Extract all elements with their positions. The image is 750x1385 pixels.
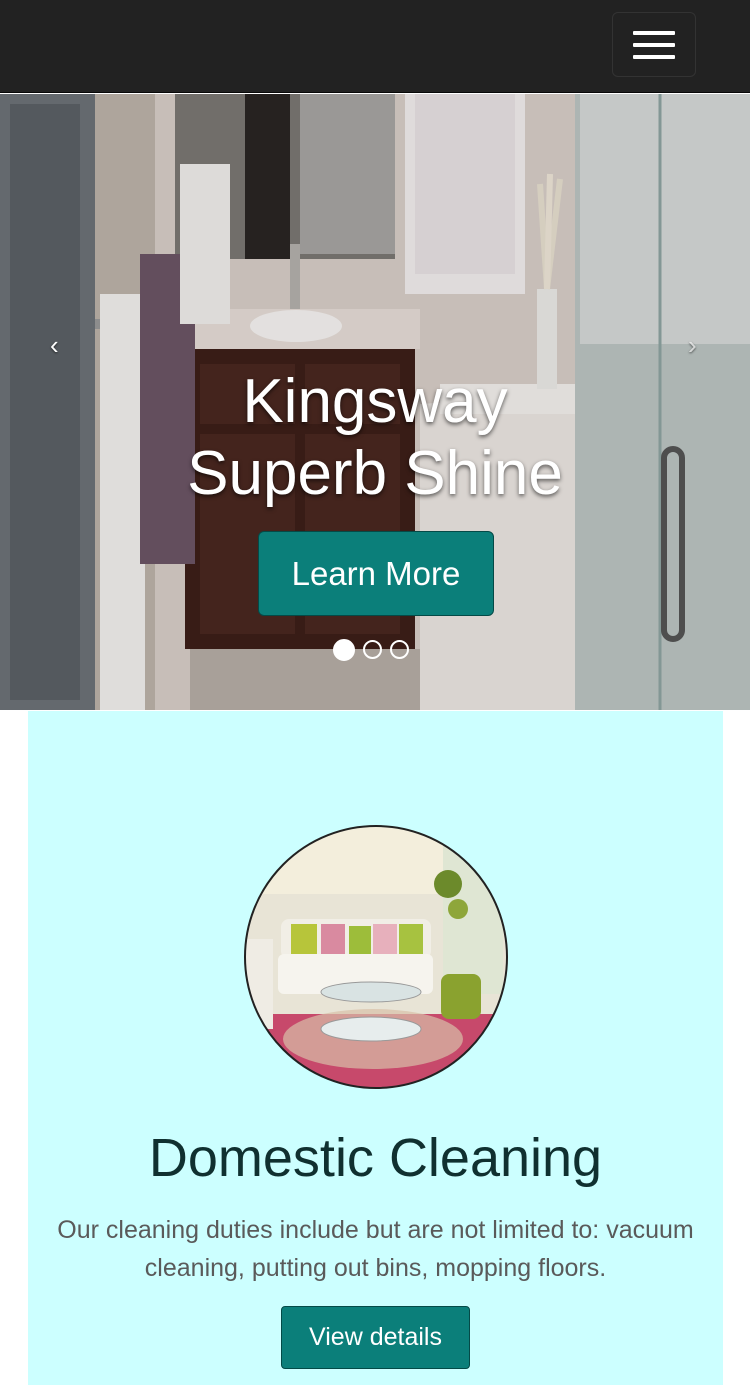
hamburger-menu-icon-bar [633, 54, 675, 59]
carousel-caption: Kingsway Superb Shine [0, 366, 750, 510]
navbar-toggle-button[interactable] [612, 12, 696, 77]
hero-carousel: ‹ › Kingsway Superb Shine Learn More [0, 94, 750, 710]
hamburger-menu-icon [633, 30, 675, 35]
carousel-indicator-1[interactable] [333, 639, 355, 661]
service-description: Our cleaning duties include but are not … [57, 1216, 694, 1282]
learn-more-button[interactable]: Learn More [258, 531, 494, 616]
living-room-photo [244, 825, 508, 1089]
hero-title: Kingsway Superb Shine [187, 367, 563, 508]
carousel-indicator-2[interactable] [363, 640, 382, 659]
view-details-button[interactable]: View details [281, 1306, 470, 1369]
hamburger-menu-icon-bar [633, 42, 675, 47]
carousel-prev-control[interactable]: ‹ [50, 330, 59, 361]
service-title: Domestic Cleaning [148, 1128, 603, 1188]
carousel-next-control[interactable]: › [688, 330, 697, 361]
service-domestic-cleaning: Domestic Cleaning Our cleaning duties in… [28, 711, 723, 1385]
carousel-indicators [333, 639, 409, 661]
carousel-indicator-3[interactable] [390, 640, 409, 659]
navbar [0, 0, 750, 93]
